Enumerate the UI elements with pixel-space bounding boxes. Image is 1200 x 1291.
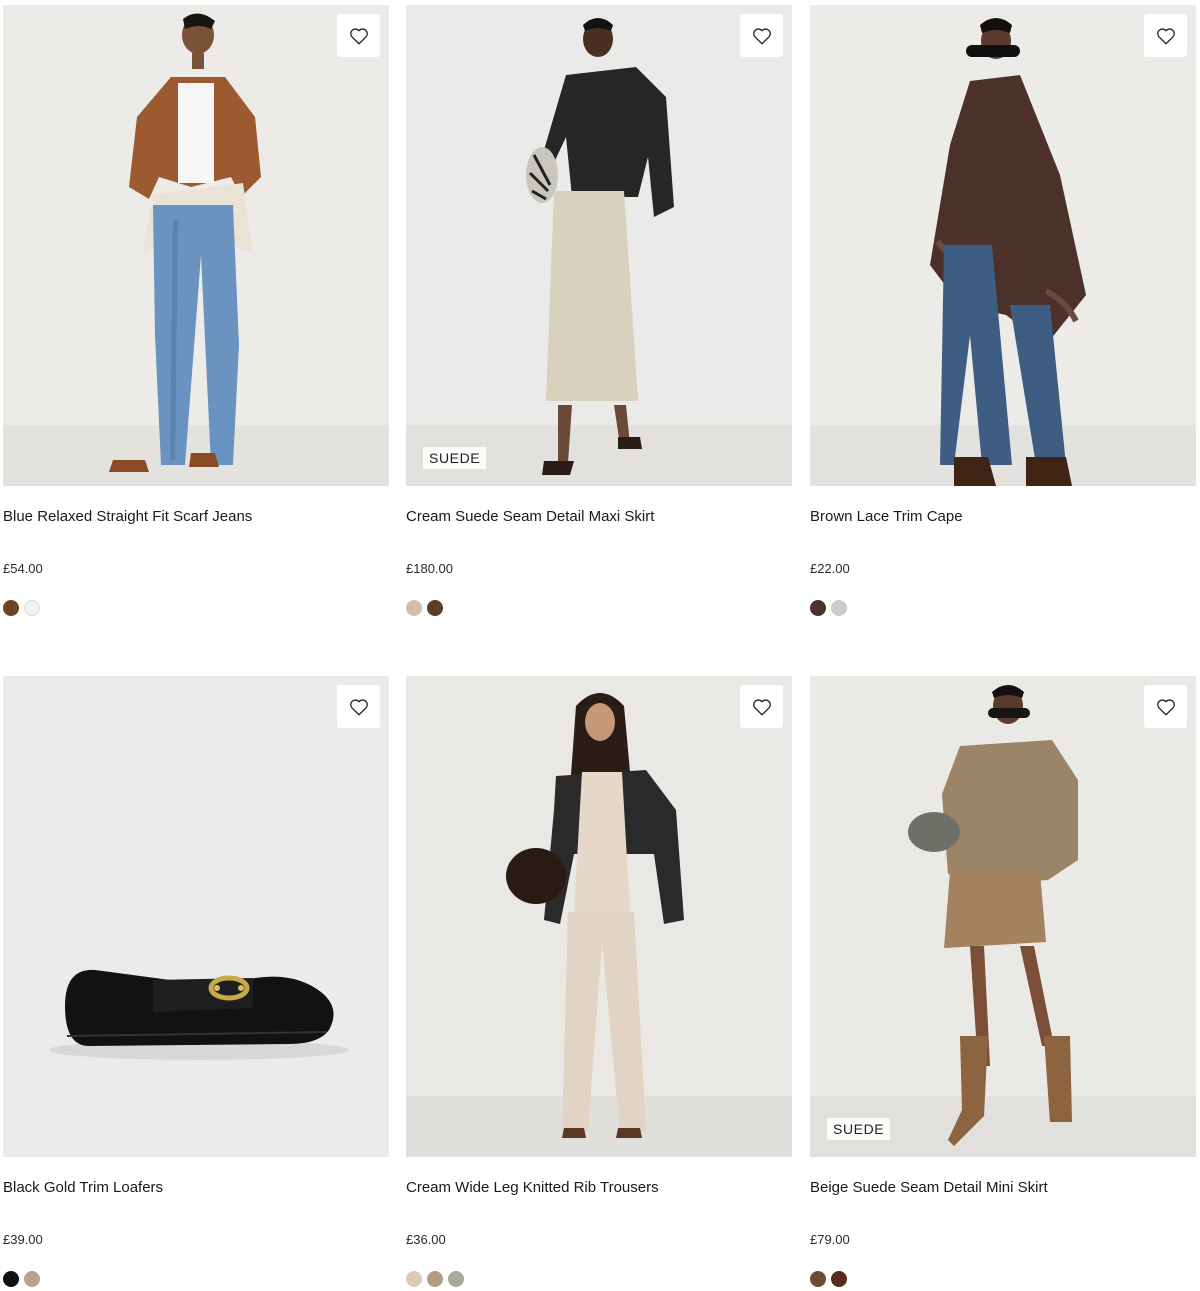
product-photo-cape (810, 5, 1196, 486)
product-price: £54.00 (3, 561, 43, 576)
wishlist-button[interactable] (1144, 685, 1187, 728)
color-swatches (406, 1271, 792, 1287)
color-swatch[interactable] (406, 1271, 422, 1287)
product-title[interactable]: Brown Lace Trim Cape (810, 508, 1196, 526)
product-title[interactable]: Cream Suede Seam Detail Maxi Skirt (406, 508, 792, 526)
color-swatches (810, 600, 1196, 616)
heart-outline-icon (1156, 27, 1175, 44)
product-title[interactable]: Beige Suede Seam Detail Mini Skirt (810, 1179, 1196, 1197)
material-badge: SUEDE (423, 447, 487, 469)
color-swatch[interactable] (3, 1271, 19, 1287)
color-swatch[interactable] (810, 1271, 826, 1287)
color-swatches (3, 600, 389, 616)
wishlist-button[interactable] (740, 14, 783, 57)
product-card[interactable]: Cream Wide Leg Knitted Rib Trousers £36.… (406, 676, 792, 1287)
color-swatches (810, 1271, 1196, 1287)
wishlist-button[interactable] (337, 685, 380, 728)
color-swatch[interactable] (427, 1271, 443, 1287)
product-price: £39.00 (3, 1232, 43, 1247)
color-swatch[interactable] (810, 600, 826, 616)
color-swatch[interactable] (831, 600, 847, 616)
wishlist-button[interactable] (337, 14, 380, 57)
product-image[interactable] (3, 5, 389, 486)
product-image[interactable] (406, 676, 792, 1157)
product-photo-loafers (3, 676, 389, 1157)
wishlist-button[interactable] (1144, 14, 1187, 57)
product-grid: Blue Relaxed Straight Fit Scarf Jeans £5… (0, 0, 1200, 1291)
product-title[interactable]: Cream Wide Leg Knitted Rib Trousers (406, 1179, 792, 1197)
product-price: £22.00 (810, 561, 850, 576)
heart-outline-icon (1156, 698, 1175, 715)
product-title[interactable]: Black Gold Trim Loafers (3, 1179, 389, 1197)
heart-outline-icon (349, 698, 368, 715)
product-card[interactable]: Blue Relaxed Straight Fit Scarf Jeans £5… (3, 5, 389, 616)
heart-outline-icon (349, 27, 368, 44)
heart-outline-icon (752, 698, 771, 715)
product-card[interactable]: Brown Lace Trim Cape £22.00 (810, 5, 1196, 616)
color-swatch[interactable] (3, 600, 19, 616)
color-swatch[interactable] (831, 1271, 847, 1287)
product-image[interactable]: SUEDE (810, 676, 1196, 1157)
product-image[interactable] (810, 5, 1196, 486)
product-photo-maxi-skirt (406, 5, 792, 486)
wishlist-button[interactable] (740, 685, 783, 728)
product-card[interactable]: SUEDE Beige Suede Seam Detail Mini Skirt… (810, 676, 1196, 1287)
color-swatch[interactable] (427, 600, 443, 616)
color-swatch[interactable] (406, 600, 422, 616)
product-photo-mini-skirt (810, 676, 1196, 1157)
color-swatches (406, 600, 792, 616)
color-swatch[interactable] (24, 1271, 40, 1287)
color-swatches (3, 1271, 389, 1287)
product-image[interactable]: SUEDE (406, 5, 792, 486)
product-title[interactable]: Blue Relaxed Straight Fit Scarf Jeans (3, 508, 389, 526)
product-card[interactable]: SUEDE Cream Suede Seam Detail Maxi Skirt… (406, 5, 792, 616)
product-price: £36.00 (406, 1232, 446, 1247)
product-photo-trousers (406, 676, 792, 1157)
product-image[interactable] (3, 676, 389, 1157)
product-card[interactable]: Black Gold Trim Loafers £39.00 (3, 676, 389, 1287)
color-swatch[interactable] (24, 600, 40, 616)
product-photo-jeans (3, 5, 389, 486)
color-swatch[interactable] (448, 1271, 464, 1287)
product-price: £79.00 (810, 1232, 850, 1247)
product-price: £180.00 (406, 561, 453, 576)
material-badge: SUEDE (827, 1118, 891, 1140)
heart-outline-icon (752, 27, 771, 44)
